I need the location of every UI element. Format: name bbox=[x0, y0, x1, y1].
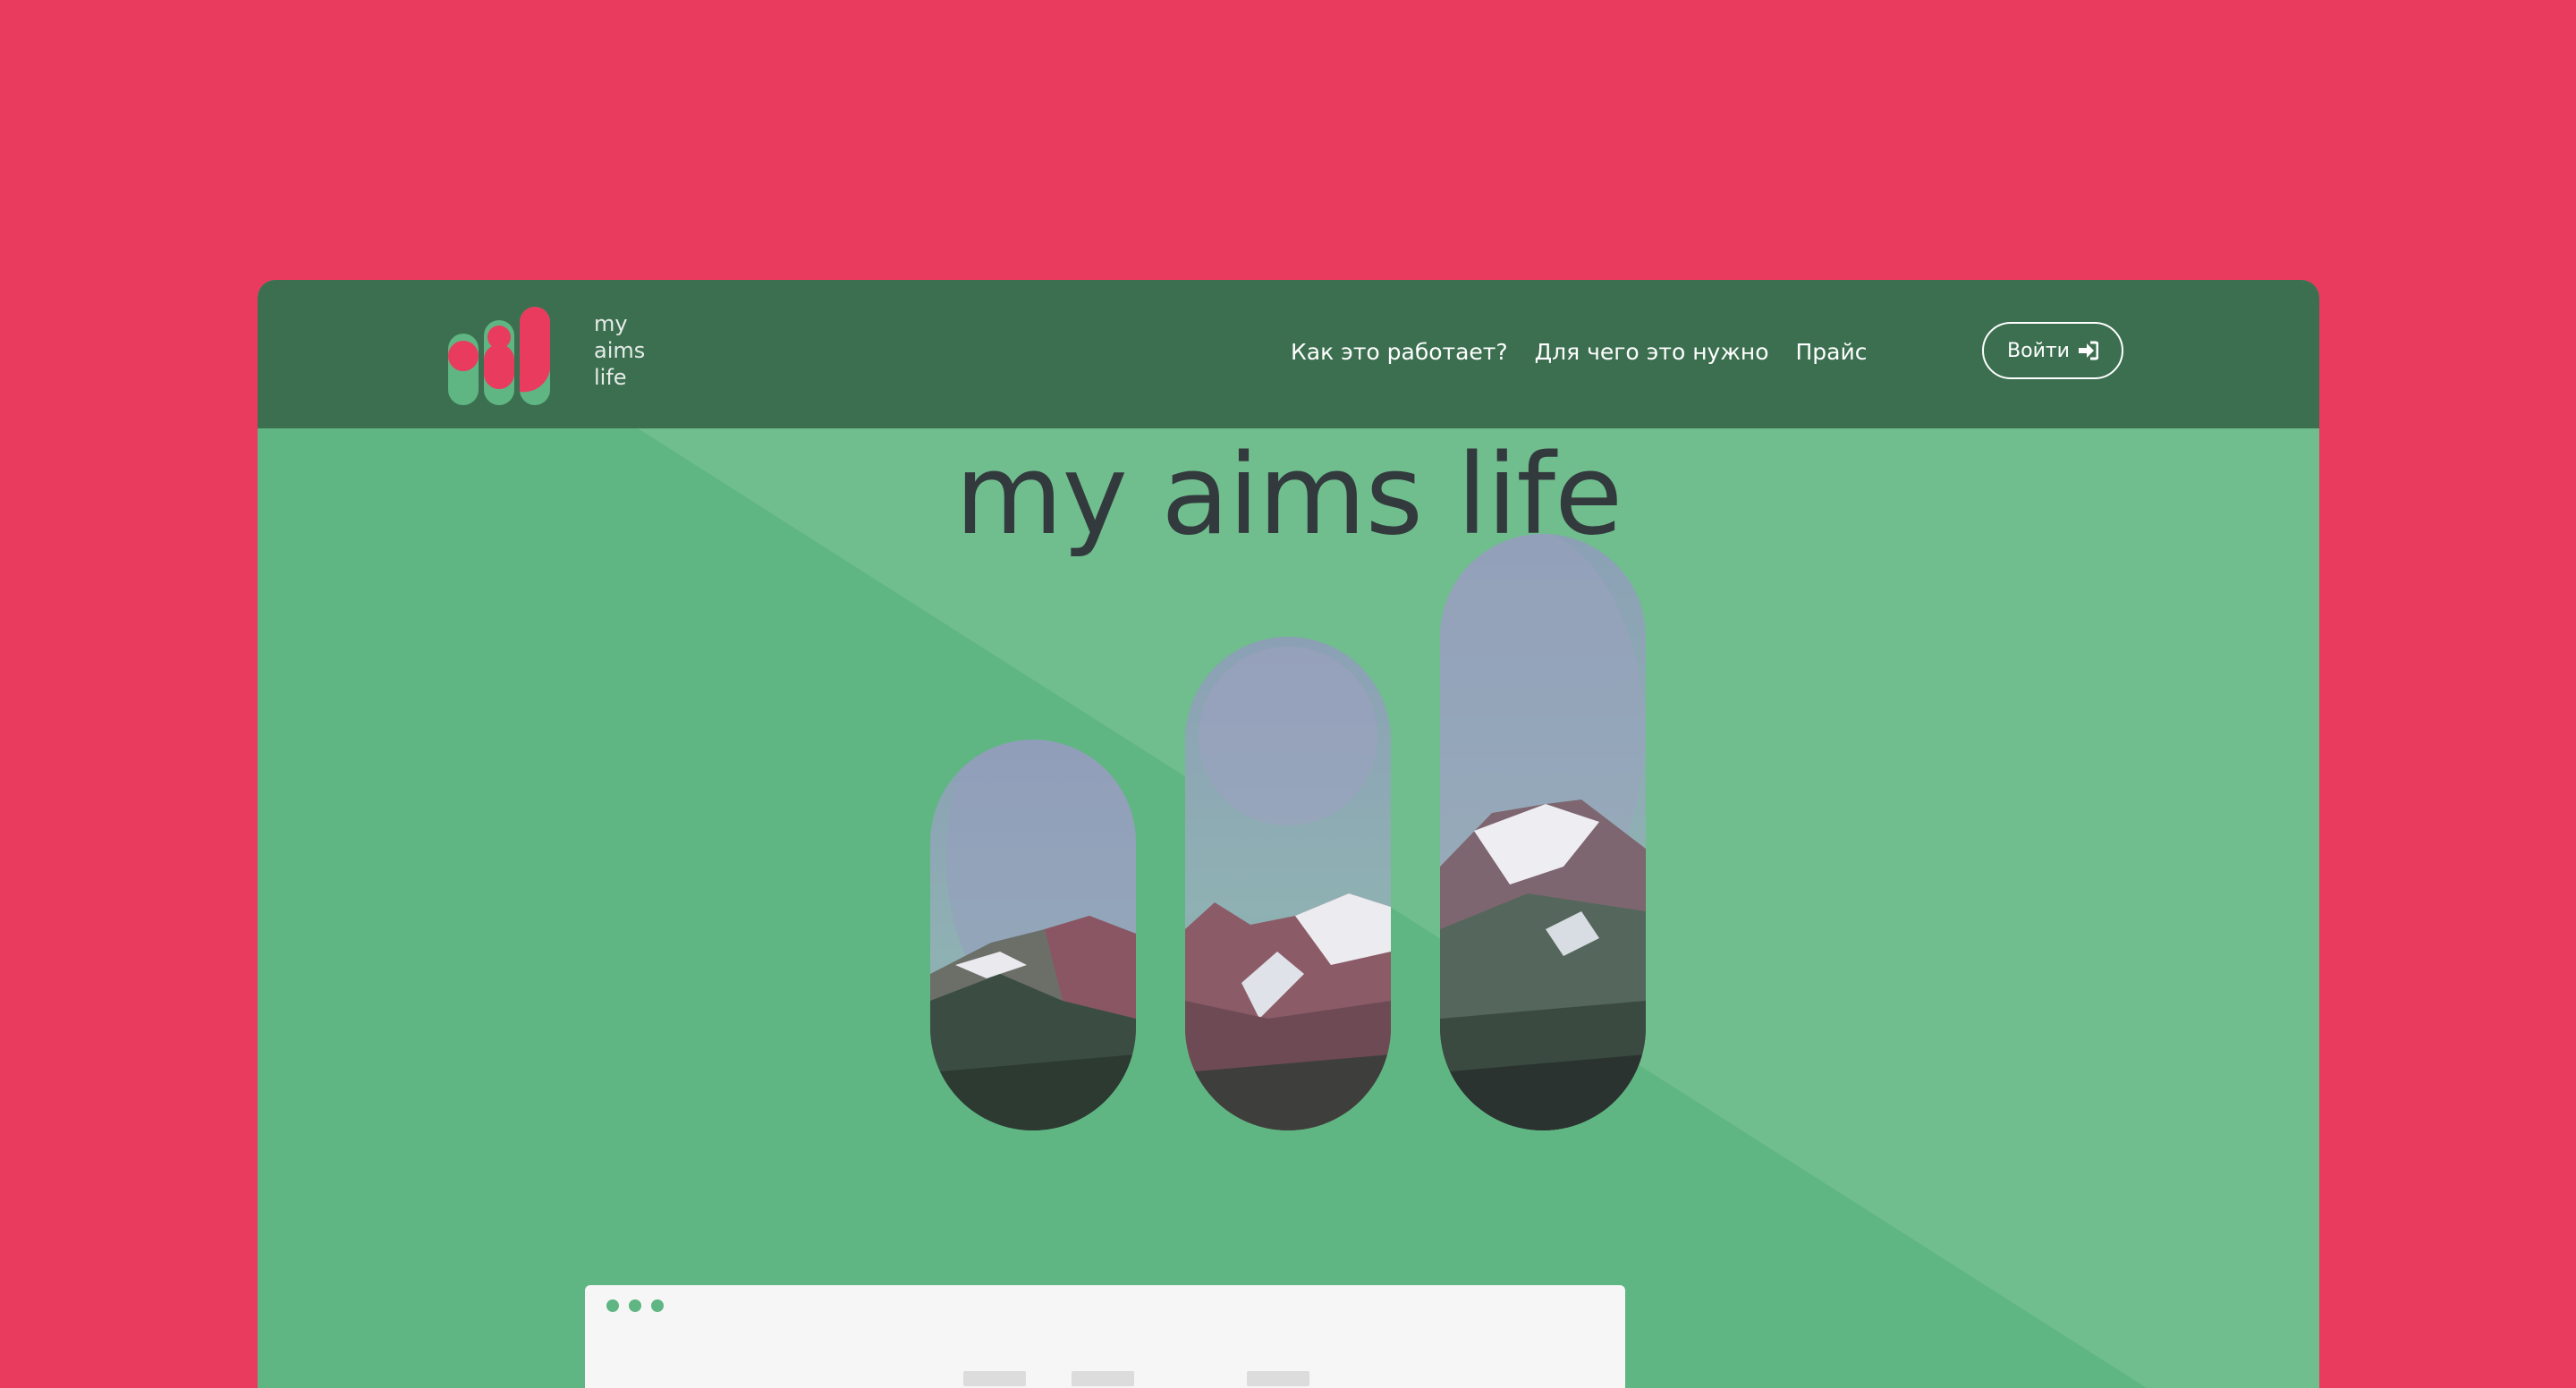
main-nav: Как это работает? Для чего это нужно Пра… bbox=[1291, 339, 1867, 365]
browser-preview-card bbox=[585, 1285, 1625, 1388]
mountain-pill-1 bbox=[930, 740, 1136, 1130]
logo-icon[interactable] bbox=[448, 307, 552, 405]
site-frame: my aims life Как это работает? Для чего … bbox=[258, 280, 2319, 1388]
window-dot-icon bbox=[651, 1299, 664, 1312]
window-dot-icon bbox=[629, 1299, 641, 1312]
nav-what-for[interactable]: Для чего это нужно bbox=[1535, 339, 1769, 365]
sign-in-icon bbox=[2078, 341, 2098, 360]
nav-pricing[interactable]: Прайс bbox=[1796, 339, 1868, 365]
preview-placeholder-bar bbox=[1072, 1371, 1134, 1386]
login-label: Войти bbox=[2007, 339, 2070, 362]
site-header: my aims life Как это работает? Для чего … bbox=[258, 280, 2319, 428]
logo-text[interactable]: my aims life bbox=[594, 310, 645, 391]
window-dot-icon bbox=[606, 1299, 619, 1312]
hero-section: my aims life bbox=[258, 428, 2319, 1388]
login-button[interactable]: Войти bbox=[1982, 322, 2123, 379]
logo-line-1: my bbox=[594, 311, 628, 336]
hero-mountain-pills bbox=[930, 534, 1646, 1130]
mountain-pill-3 bbox=[1440, 534, 1646, 1130]
preview-placeholder-bar bbox=[963, 1371, 1026, 1386]
preview-placeholder-bar bbox=[1247, 1371, 1309, 1386]
logo-line-3: life bbox=[594, 365, 627, 390]
logo-line-2: aims bbox=[594, 338, 646, 363]
nav-how-it-works[interactable]: Как это работает? bbox=[1291, 339, 1508, 365]
mountain-pill-2 bbox=[1185, 637, 1391, 1130]
